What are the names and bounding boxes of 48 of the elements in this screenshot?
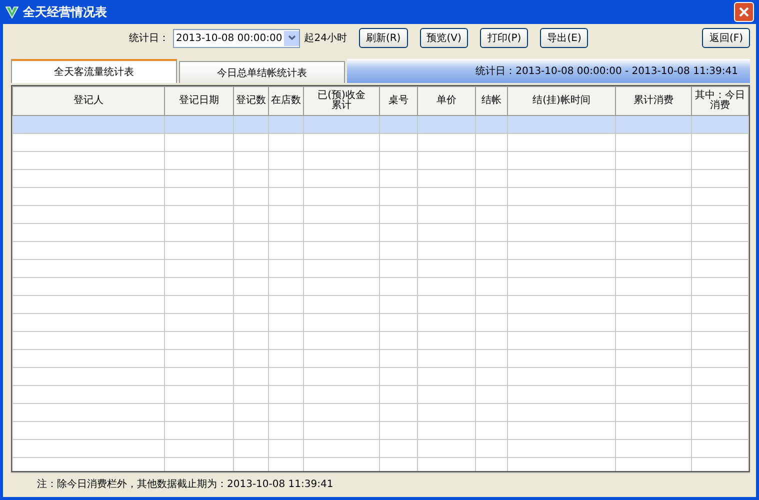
toolbar-button[interactable]: 预览(V) — [420, 28, 468, 48]
column-header[interactable]: 登记日期 — [164, 86, 234, 116]
date-label: 统计日： — [129, 32, 169, 45]
column-header[interactable]: 结帐 — [476, 86, 508, 116]
table-row[interactable] — [12, 206, 164, 224]
tab[interactable]: 全天客流量统计表 — [11, 59, 177, 83]
column-header[interactable]: 登记人 — [12, 86, 164, 116]
return-button[interactable]: 返回(F) — [702, 28, 750, 48]
table-row[interactable] — [12, 134, 164, 152]
column-header[interactable]: 桌号 — [380, 86, 418, 116]
table-row[interactable] — [12, 224, 164, 242]
table-row[interactable] — [12, 332, 164, 350]
column-header[interactable]: 其中：今日消费 — [692, 86, 748, 116]
table-row[interactable] — [12, 116, 164, 134]
column-header[interactable]: 登记数 — [234, 86, 268, 116]
table-row[interactable] — [12, 260, 164, 278]
close-button[interactable] — [734, 2, 754, 22]
close-icon — [739, 7, 749, 17]
table-row[interactable] — [12, 296, 164, 314]
date-dropdown[interactable]: 2013-10-08 00:00:00 — [173, 28, 300, 48]
tab[interactable]: 今日总单结帐统计表 — [179, 61, 345, 83]
table-row[interactable] — [12, 386, 164, 404]
app-icon — [5, 5, 19, 19]
table-row[interactable] — [12, 458, 164, 471]
table-row[interactable] — [12, 170, 164, 188]
toolbar-button[interactable]: 打印(P) — [480, 28, 528, 48]
period-text: 统计日：2013-10-08 00:00:00 - 2013-10-08 11:39:41 — [476, 64, 738, 78]
column-header[interactable]: 已(预)收金累计 — [304, 86, 380, 116]
status-note: 注：除今日消费栏外，其他数据截止期为：2013-10-08 11:39:41 — [37, 478, 334, 491]
table-row[interactable] — [12, 368, 164, 386]
toolbar-button[interactable]: 导出(E) — [540, 28, 588, 48]
table-row[interactable] — [12, 440, 164, 458]
window-title: 全天经营情况表 — [23, 4, 108, 20]
table-row[interactable] — [12, 350, 164, 368]
caret-icon — [288, 35, 296, 41]
column-header[interactable]: 累计消费 — [616, 86, 692, 116]
column-header[interactable]: 结(挂)帐时间 — [508, 86, 616, 116]
toolbar-button[interactable]: 刷新(R) — [358, 28, 408, 48]
column-header[interactable]: 在店数 — [268, 86, 304, 116]
table-row[interactable] — [12, 278, 164, 296]
range-label: 起24小时 — [304, 32, 347, 45]
table-row[interactable] — [12, 314, 164, 332]
table-row[interactable] — [12, 152, 164, 170]
column-header[interactable]: 单价 — [418, 86, 476, 116]
table-row[interactable] — [12, 404, 164, 422]
table-row[interactable] — [12, 242, 164, 260]
table-row[interactable] — [12, 422, 164, 440]
table-row[interactable] — [12, 188, 164, 206]
